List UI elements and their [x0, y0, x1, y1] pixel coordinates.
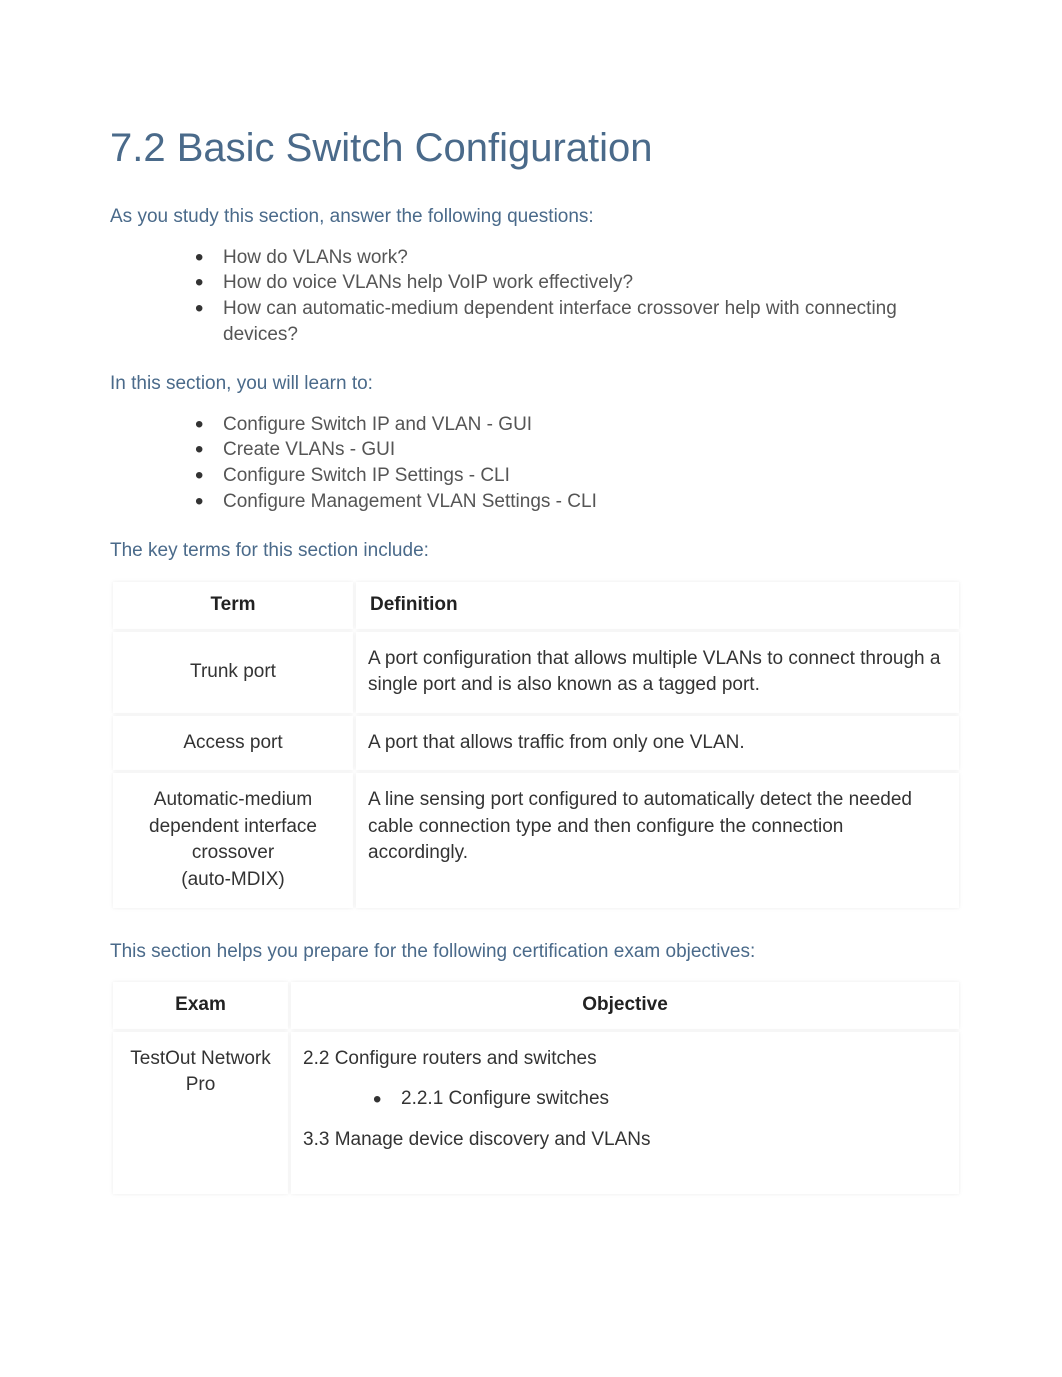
terms-intro: The key terms for this section include: [110, 538, 962, 565]
cert-intro: This section helps you prepare for the f… [110, 939, 962, 966]
col-header-term: Term [113, 582, 353, 629]
col-header-exam: Exam [113, 982, 288, 1029]
list-item: Create VLANs - GUI [195, 437, 962, 463]
term-cell: Access port [113, 716, 353, 771]
definition-cell: A line sensing port configured to automa… [356, 773, 959, 907]
objective-cell: 2.2 Configure routers and switches 2.2.1… [291, 1032, 959, 1194]
col-header-definition: Definition [356, 582, 959, 629]
definition-cell: A port that allows traffic from only one… [356, 716, 959, 771]
intro-text: As you study this section, answer the fo… [110, 204, 962, 231]
list-item: Configure Switch IP and VLAN - GUI [195, 412, 962, 438]
questions-list: How do VLANs work? How do voice VLANs he… [110, 245, 962, 348]
table-row: Access port A port that allows traffic f… [113, 716, 959, 771]
learn-list: Configure Switch IP and VLAN - GUI Creat… [110, 412, 962, 515]
table-row: Trunk port A port configuration that all… [113, 632, 959, 713]
col-header-objective: Objective [291, 982, 959, 1029]
list-item: How do voice VLANs help VoIP work effect… [195, 270, 962, 296]
objective-line: 3.3 Manage device discovery and VLANs [303, 1127, 947, 1154]
term-cell: Trunk port [113, 632, 353, 713]
exam-cell: TestOut Network Pro [113, 1032, 288, 1194]
table-row: Automatic-medium dependent interface cro… [113, 773, 959, 907]
term-cell: Automatic-medium dependent interface cro… [113, 773, 353, 907]
cert-table: Exam Objective TestOut Network Pro 2.2 C… [110, 979, 962, 1196]
learn-intro: In this section, you will learn to: [110, 371, 962, 398]
list-item: How do VLANs work? [195, 245, 962, 271]
list-item: Configure Switch IP Settings - CLI [195, 463, 962, 489]
list-item: Configure Management VLAN Settings - CLI [195, 489, 962, 515]
list-item: How can automatic-medium dependent inter… [195, 296, 962, 347]
terms-table: Term Definition Trunk port A port config… [110, 579, 962, 911]
definition-cell: A port configuration that allows multipl… [356, 632, 959, 713]
table-row: TestOut Network Pro 2.2 Configure router… [113, 1032, 959, 1194]
objective-line: 2.2 Configure routers and switches [303, 1046, 947, 1073]
page-title: 7.2 Basic Switch Configuration [110, 120, 962, 176]
objective-subitem: 2.2.1 Configure switches [373, 1086, 947, 1113]
